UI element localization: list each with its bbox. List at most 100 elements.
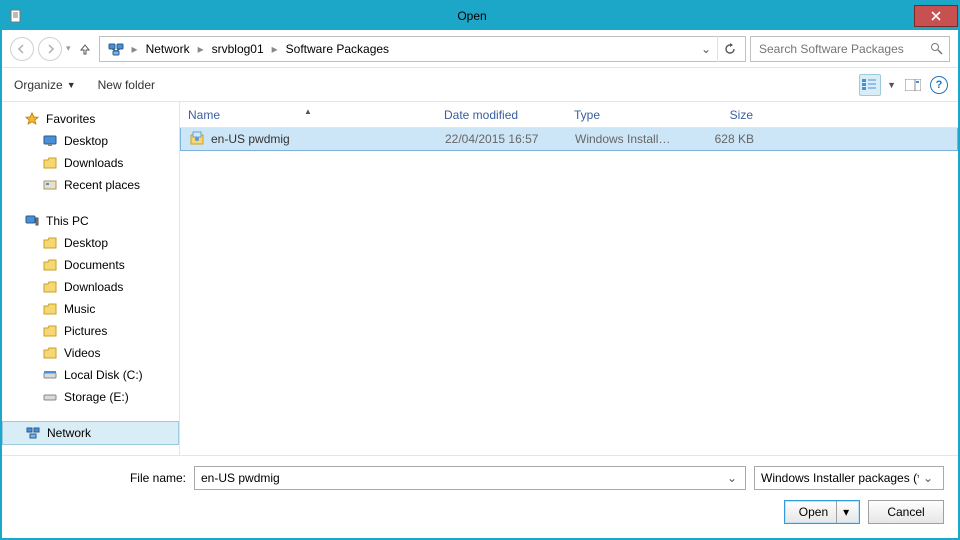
- sidebar-item-music[interactable]: Music: [2, 298, 179, 320]
- file-list-area: ▲Name Date modified Type Size en-US pwdm…: [180, 102, 958, 455]
- sidebar-network[interactable]: Network: [2, 421, 179, 445]
- sidebar-item-downloads[interactable]: Downloads: [2, 152, 179, 174]
- network-icon: [104, 39, 128, 59]
- sidebar-item-recent[interactable]: Recent places: [2, 174, 179, 196]
- refresh-button[interactable]: [717, 36, 741, 62]
- desktop-icon: [42, 133, 58, 149]
- star-icon: [24, 111, 40, 127]
- pc-icon: [24, 213, 40, 229]
- filename-combobox[interactable]: ⌄: [194, 466, 746, 490]
- sidebar-item-localdisk[interactable]: Local Disk (C:): [2, 364, 179, 386]
- sort-indicator-icon: ▲: [304, 107, 312, 116]
- address-bar[interactable]: ▸ Network ▸ srvblog01 ▸ Software Package…: [99, 36, 746, 62]
- titlebar: Open: [2, 2, 958, 30]
- forward-button[interactable]: [38, 37, 62, 61]
- file-size: 628 KB: [682, 132, 762, 146]
- recent-locations-dropdown[interactable]: ▾: [66, 43, 71, 54]
- sidebar-item-label: Downloads: [64, 280, 123, 294]
- breadcrumb-item[interactable]: srvblog01: [208, 40, 268, 58]
- sidebar-item-label: Local Disk (C:): [64, 368, 143, 382]
- recent-icon: [42, 177, 58, 193]
- chevron-right-icon: ▸: [196, 42, 206, 56]
- navigation-pane: Favorites Desktop Downloads Recent place…: [2, 102, 180, 455]
- open-label: Open: [799, 505, 828, 519]
- search-input[interactable]: [757, 41, 930, 57]
- new-folder-label: New folder: [98, 78, 155, 92]
- folder-icon: [42, 257, 58, 273]
- sidebar-item-label: Storage (E:): [64, 390, 129, 404]
- file-type-filter[interactable]: Windows Installer packages (*.r ⌄: [754, 466, 944, 490]
- cancel-label: Cancel: [887, 505, 924, 519]
- file-row[interactable]: en-US pwdmig 22/04/2015 16:57 Windows In…: [180, 128, 958, 151]
- cancel-button[interactable]: Cancel: [868, 500, 944, 524]
- organize-label: Organize: [14, 78, 63, 92]
- folder-icon: [42, 345, 58, 361]
- drive-icon: [42, 389, 58, 405]
- up-button[interactable]: [75, 39, 95, 59]
- folder-icon: [42, 279, 58, 295]
- sidebar-item-documents[interactable]: Documents: [2, 254, 179, 276]
- sidebar-item-label: Videos: [64, 346, 100, 360]
- file-list[interactable]: en-US pwdmig 22/04/2015 16:57 Windows In…: [180, 128, 958, 455]
- file-date: 22/04/2015 16:57: [437, 132, 567, 146]
- navbar: ▾ ▸ Network ▸ srvblog01 ▸ Software Packa…: [2, 30, 958, 68]
- close-button[interactable]: [914, 5, 958, 27]
- sidebar-item-label: Recent places: [64, 178, 140, 192]
- file-type: Windows Installer ...: [567, 132, 682, 146]
- sidebar-item-label: Desktop: [64, 134, 108, 148]
- sidebar-item-videos[interactable]: Videos: [2, 342, 179, 364]
- organize-menu[interactable]: Organize ▼: [12, 74, 78, 96]
- filter-label: Windows Installer packages (*.r: [761, 471, 919, 485]
- chevron-right-icon: ▸: [270, 42, 280, 56]
- address-dropdown-icon[interactable]: ⌄: [697, 42, 715, 56]
- column-name[interactable]: ▲Name: [180, 108, 436, 122]
- open-dropdown-icon[interactable]: ▾: [836, 501, 855, 523]
- drive-icon: [42, 367, 58, 383]
- chevron-down-icon[interactable]: ⌄: [723, 471, 741, 485]
- sidebar-item-desktop[interactable]: Desktop: [2, 232, 179, 254]
- folder-icon: [42, 155, 58, 171]
- search-box[interactable]: [750, 36, 950, 62]
- sidebar-item-label: This PC: [46, 214, 89, 228]
- sidebar-item-desktop[interactable]: Desktop: [2, 130, 179, 152]
- chevron-down-icon: ⌄: [919, 471, 937, 485]
- sidebar-item-label: Documents: [64, 258, 125, 272]
- help-button[interactable]: ?: [930, 76, 948, 94]
- chevron-right-icon: ▸: [130, 42, 140, 56]
- sidebar-favorites[interactable]: Favorites: [2, 108, 179, 130]
- breadcrumb-network[interactable]: Network: [142, 40, 194, 58]
- msi-icon: [189, 131, 205, 147]
- sidebar-item-label: Music: [64, 302, 95, 316]
- sidebar-item-label: Desktop: [64, 236, 108, 250]
- chevron-down-icon[interactable]: ▼: [887, 80, 896, 90]
- sidebar-item-label: Favorites: [46, 112, 95, 126]
- folder-icon: [42, 323, 58, 339]
- filename-input[interactable]: [199, 470, 723, 486]
- folder-icon: [42, 301, 58, 317]
- sidebar-item-storage[interactable]: Storage (E:): [2, 386, 179, 408]
- view-options-button[interactable]: [859, 74, 881, 96]
- sidebar-item-label: Downloads: [64, 156, 123, 170]
- column-type[interactable]: Type: [566, 108, 681, 122]
- sidebar-thispc[interactable]: This PC: [2, 210, 179, 232]
- search-icon: [930, 42, 943, 55]
- column-date[interactable]: Date modified: [436, 108, 566, 122]
- filename-label: File name:: [16, 471, 186, 485]
- folder-icon: [42, 235, 58, 251]
- preview-pane-button[interactable]: [902, 74, 924, 96]
- back-button[interactable]: [10, 37, 34, 61]
- toolbar: Organize ▼ New folder ▼ ?: [2, 68, 958, 102]
- column-size[interactable]: Size: [681, 108, 761, 122]
- file-name: en-US pwdmig: [211, 132, 290, 146]
- sidebar-item-label: Network: [47, 426, 91, 440]
- sidebar-item-pictures[interactable]: Pictures: [2, 320, 179, 342]
- window-title: Open: [30, 9, 914, 23]
- dialog-footer: File name: ⌄ Windows Installer packages …: [2, 455, 958, 538]
- app-icon: [8, 8, 24, 24]
- breadcrumb-item[interactable]: Software Packages: [282, 40, 393, 58]
- sidebar-item-downloads[interactable]: Downloads: [2, 276, 179, 298]
- network-icon: [25, 425, 41, 441]
- open-button[interactable]: Open ▾: [784, 500, 860, 524]
- column-headers: ▲Name Date modified Type Size: [180, 102, 958, 128]
- new-folder-button[interactable]: New folder: [96, 74, 157, 96]
